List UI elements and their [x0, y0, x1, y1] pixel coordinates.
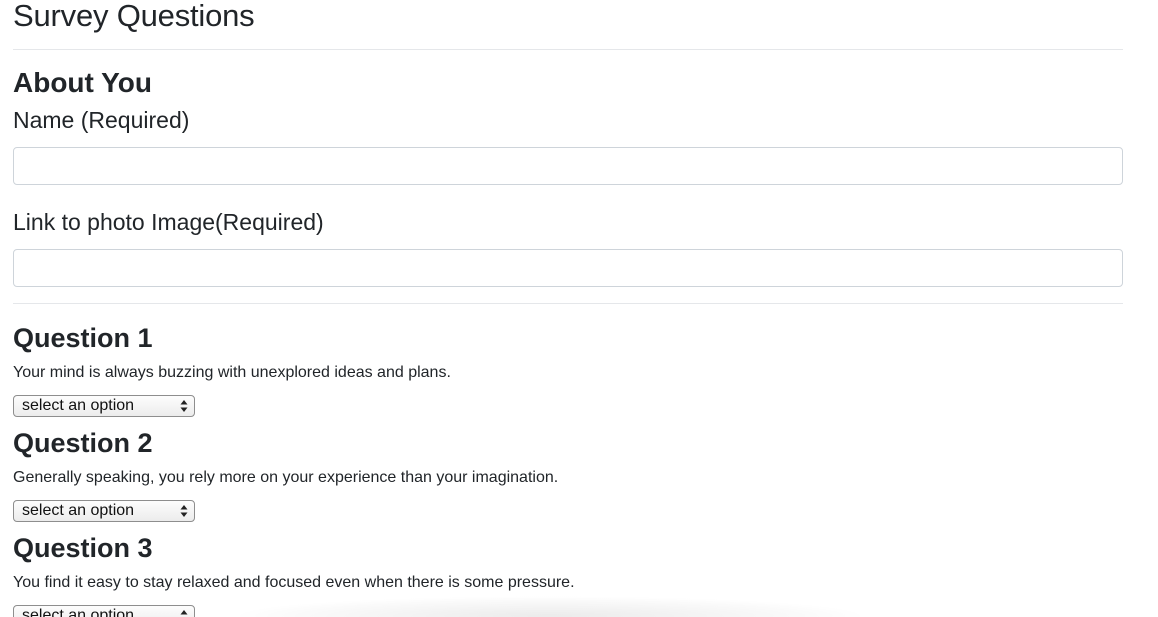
select-value: select an option — [22, 397, 135, 414]
select-arrows-icon — [180, 400, 188, 412]
name-label: Name (Required) — [13, 107, 190, 133]
photo-link-label: Link to photo Image(Required) — [13, 209, 324, 235]
question-title: Question 1 — [13, 323, 153, 353]
question-title: Question 2 — [13, 428, 153, 458]
select-value: select an option — [22, 502, 135, 519]
question-3-select[interactable]: select an option — [13, 605, 195, 617]
question-text: Your mind is always buzzing with unexplo… — [13, 364, 451, 381]
survey-form: Survey Questions About You Name (Require… — [13, 0, 1123, 617]
select-arrows-icon — [180, 505, 188, 517]
question-1-select[interactable]: select an option — [13, 395, 195, 417]
question-3: Question 3 You find it easy to stay rela… — [13, 533, 1123, 617]
photo-link-input[interactable] — [13, 249, 1123, 287]
section-divider — [13, 303, 1123, 304]
select-arrows-icon — [180, 610, 188, 615]
select-value: select an option — [22, 607, 135, 617]
name-input[interactable] — [13, 147, 1123, 185]
question-1: Question 1 Your mind is always buzzing w… — [13, 323, 1123, 417]
question-text: Generally speaking, you rely more on you… — [13, 469, 559, 486]
question-2-select[interactable]: select an option — [13, 500, 195, 522]
page-title: Survey Questions — [13, 0, 255, 33]
survey-page: Survey Questions About You Name (Require… — [0, 0, 1158, 617]
title-divider — [13, 49, 1123, 50]
about-you-heading: About You — [13, 67, 152, 98]
question-title: Question 3 — [13, 533, 153, 563]
question-text: You find it easy to stay relaxed and foc… — [13, 574, 575, 591]
question-2: Question 2 Generally speaking, you rely … — [13, 428, 1123, 522]
